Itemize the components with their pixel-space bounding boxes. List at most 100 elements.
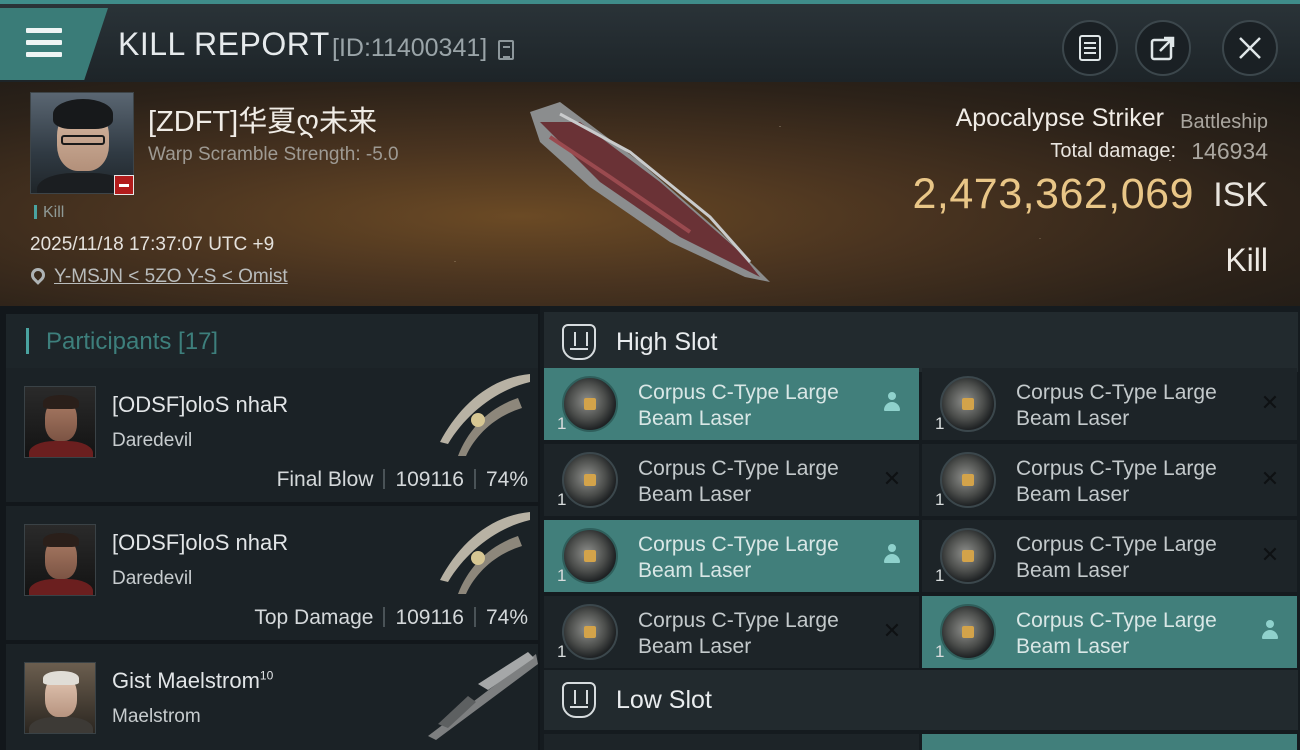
module-quantity: 1 [557,414,567,433]
module-item[interactable]: 1 Corpus C-Type Large Beam Laser ✕ [922,368,1297,440]
result-label: Kill [1225,242,1268,278]
ship-name: Apocalypse Striker [955,104,1164,132]
destroyed-x-icon: ✕ [882,618,902,643]
page-title: KILL REPORT [118,26,330,62]
notes-button[interactable] [1062,20,1118,76]
victim-name[interactable]: [ZDFT]华夏ღ未来 [148,98,377,140]
destroyed-x-icon: ✕ [1260,390,1280,415]
location-link[interactable]: Y-MSJN < 5ZO Y-S < Omist [54,266,288,288]
beam-laser-icon [562,452,618,508]
module-name: Corpus C-Type Large Beam Laser [1016,609,1217,658]
module-name: Corpus C-Type Large Beam Laser [1016,381,1217,430]
beam-laser-icon [940,604,996,660]
participant-damage: 109116 [395,606,464,629]
participant-damage: 109116 [395,468,464,491]
participant-stats: Top Damage 109116 74% [254,606,528,630]
module-quantity: 1 [557,566,567,585]
module-item[interactable]: 1 Corpus C-Type Large Beam Laser ✕ [544,444,919,516]
close-button[interactable] [1222,20,1278,76]
participant-ship: Daredevil [112,568,193,589]
low-slot-icon [562,682,596,718]
beam-laser-icon [562,528,618,584]
participant-ship: Maelstrom [112,706,201,727]
participant-role: Final Blow [276,468,374,491]
fitting-panel: High Slot 1 Corpus C-Type Large Beam Lase… [540,306,1300,750]
total-damage-value: 146934 [1191,138,1268,164]
high-slot-title: High Slot [616,328,718,356]
victim-ship-image [530,102,770,282]
module-quantity: 1 [557,490,567,509]
module-item[interactable]: 1 Corpus C-Type Large Beam Laser ✕ [922,444,1297,516]
participant-count-superscript: 10 [259,668,274,683]
participant-ship-image [440,374,530,456]
module-name: Corpus C-Type Large Beam Laser [1016,457,1217,506]
dropped-person-icon [883,544,901,564]
close-icon [1239,37,1261,59]
participant-ship-image [440,512,530,594]
participant-percent: 74% [485,606,528,629]
module-item[interactable]: 1 Corpus C-Type Large Beam Laser ✕ [922,520,1297,592]
isk-value: 2,473,362,069 [912,170,1194,218]
module-item[interactable]: 1 Corpus C-Type Large Beam Laser [544,368,919,440]
report-id: [ID:11400341] [332,34,488,62]
dropped-person-icon [1261,620,1279,640]
participant-avatar [24,386,96,458]
module-name: Corpus C-Type Large Beam Laser [638,381,839,430]
share-button[interactable] [1135,20,1191,76]
participant-stats: Final Blow 109116 74% [277,468,528,492]
module-item-partial[interactable] [922,734,1297,750]
beam-laser-icon [940,528,996,584]
module-quantity: 1 [557,642,567,661]
beam-laser-icon [940,376,996,432]
participants-title: Participants [17] [46,328,219,355]
warp-scramble-strength: Warp Scramble Strength: -5.0 [148,144,399,165]
kill-datetime: 2025/11/18 17:37:07 UTC +9 [30,234,275,255]
menu-button[interactable] [0,8,108,80]
participant-name: [ODSF]oloS nhaR [112,530,289,555]
module-item[interactable]: 1 Corpus C-Type Large Beam Laser ✕ [544,596,919,668]
module-item[interactable]: 1 Corpus C-Type Large Beam Laser [922,596,1297,668]
high-slot-header: High Slot [544,312,1298,372]
module-name: Corpus C-Type Large Beam Laser [638,457,839,506]
module-name: Corpus C-Type Large Beam Laser [638,533,839,582]
destroyed-x-icon: ✕ [1260,542,1280,567]
module-name: Corpus C-Type Large Beam Laser [638,609,839,658]
module-quantity: 1 [935,642,945,661]
hamburger-icon [26,28,62,58]
module-quantity: 1 [935,490,945,509]
participant-row[interactable]: [ODSF]oloS nhaR Daredevil Final Blow 1091… [6,368,538,502]
kill-tag: Kill [34,204,64,222]
destroyed-x-icon: ✕ [882,466,902,491]
module-quantity: 1 [935,414,945,433]
participant-name: Gist Maelstrom10 [112,668,274,693]
participant-avatar [24,662,96,734]
top-bar: KILL REPORT [ID:11400341] [0,0,1300,82]
participant-name: [ODSF]oloS nhaR [112,392,289,417]
isk-unit: ISK [1213,176,1268,214]
module-item-partial[interactable] [544,734,919,750]
total-damage-label: Total damage: [1050,140,1176,162]
high-slot-icon [562,324,596,360]
participants-header: Participants [17] [6,314,538,368]
participant-row[interactable]: Gist Maelstrom10 Maelstrom [6,644,538,750]
participant-avatar [24,524,96,596]
kill-summary: [ZDFT]华夏ღ未来 Warp Scramble Strength: -5.0… [0,82,1300,306]
clipboard-icon [1079,35,1101,61]
module-item[interactable]: 1 Corpus C-Type Large Beam Laser [544,520,919,592]
beam-laser-icon [562,604,618,660]
participant-role: Top Damage [254,606,374,629]
dropped-person-icon [883,392,901,412]
participant-ship-image [428,652,538,740]
participant-ship: Daredevil [112,430,193,451]
module-quantity: 1 [935,566,945,585]
share-icon [1150,36,1175,61]
low-slot-header: Low Slot [544,670,1298,730]
participant-row[interactable]: [ODSF]oloS nhaR Daredevil Top Damage 1091… [6,506,538,640]
participant-percent: 74% [485,468,528,491]
destroyed-x-icon: ✕ [1260,466,1280,491]
ship-class: Battleship [1180,111,1268,133]
beam-laser-icon [940,452,996,508]
copy-icon[interactable] [498,40,514,60]
participants-panel: Participants [17] [ODSF]oloS nhaR Darede… [0,306,540,750]
low-slot-title: Low Slot [616,686,712,714]
